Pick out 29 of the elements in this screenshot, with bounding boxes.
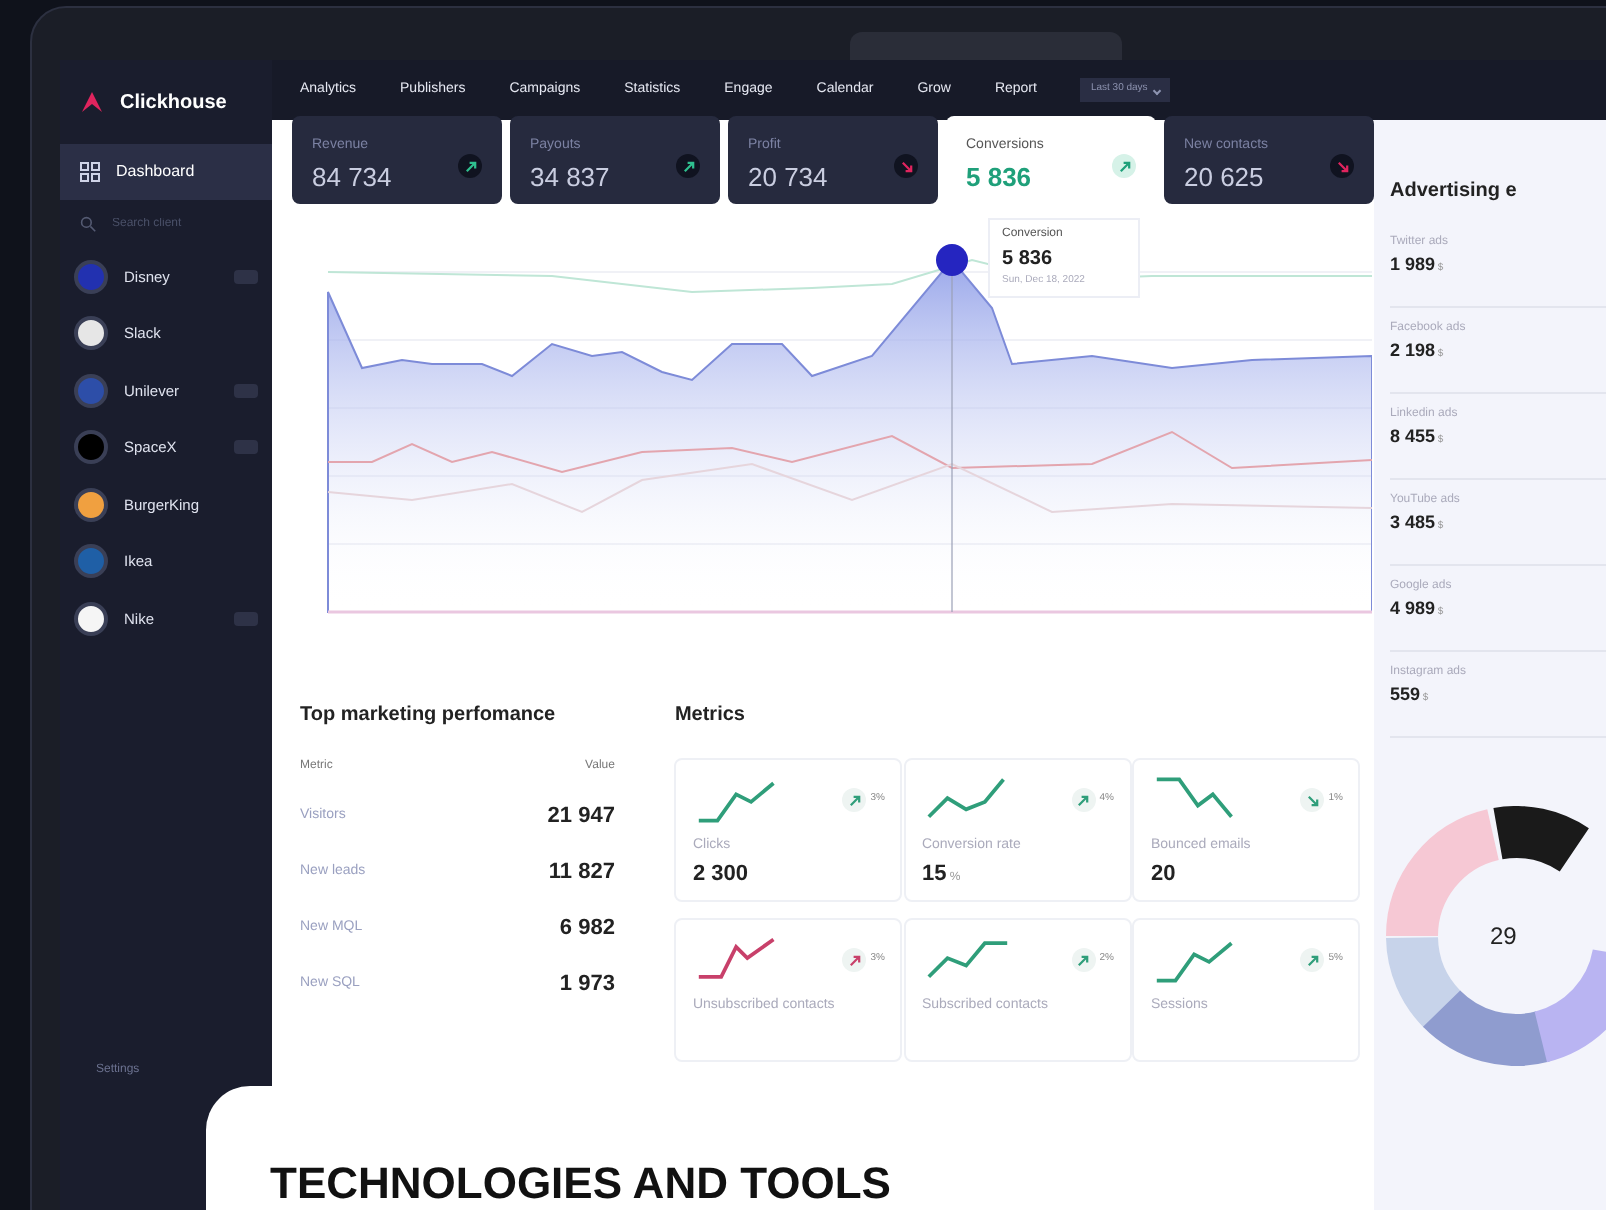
arrow-down-icon — [899, 159, 913, 173]
arrow-down-icon — [1335, 159, 1349, 173]
metric-value: 11 827 — [548, 857, 615, 888]
arrow-down-icon — [1305, 793, 1320, 807]
search-icon — [80, 216, 96, 232]
metric-value: 20 — [1150, 859, 1178, 889]
section-title: Top marketing perfomance — [300, 702, 558, 730]
arrow-up-icon — [847, 793, 862, 807]
metric-value: 6 982 — [559, 913, 615, 944]
arrow-up-icon — [463, 159, 477, 173]
arrow-up-icon — [1117, 159, 1131, 173]
metric-value: 21 947 — [547, 801, 615, 832]
section-title: Metrics — [674, 702, 747, 730]
arrow-up-icon — [681, 159, 695, 173]
sidebar-nav-item[interactable]: Dashboard — [60, 144, 272, 200]
donut-center-value: 29 — [1490, 920, 1517, 954]
metric-value: 1 973 — [559, 969, 615, 1000]
panel-title: Advertising e — [1390, 178, 1519, 206]
metric-value: 2 300 — [692, 859, 750, 889]
logo-icon — [80, 90, 104, 114]
arrow-up-icon — [1076, 793, 1091, 807]
hover-point — [936, 244, 968, 276]
chevron-icon — [1152, 85, 1161, 95]
brand-name: Clickhouse — [120, 89, 227, 117]
arrow-up-icon — [1076, 953, 1091, 967]
arrow-up-icon — [847, 953, 862, 967]
arrow-up-icon — [1305, 953, 1320, 967]
grid-icon — [80, 162, 100, 182]
overlay-title: TECHNOLOGIES AND TOOLS — [270, 1158, 891, 1208]
